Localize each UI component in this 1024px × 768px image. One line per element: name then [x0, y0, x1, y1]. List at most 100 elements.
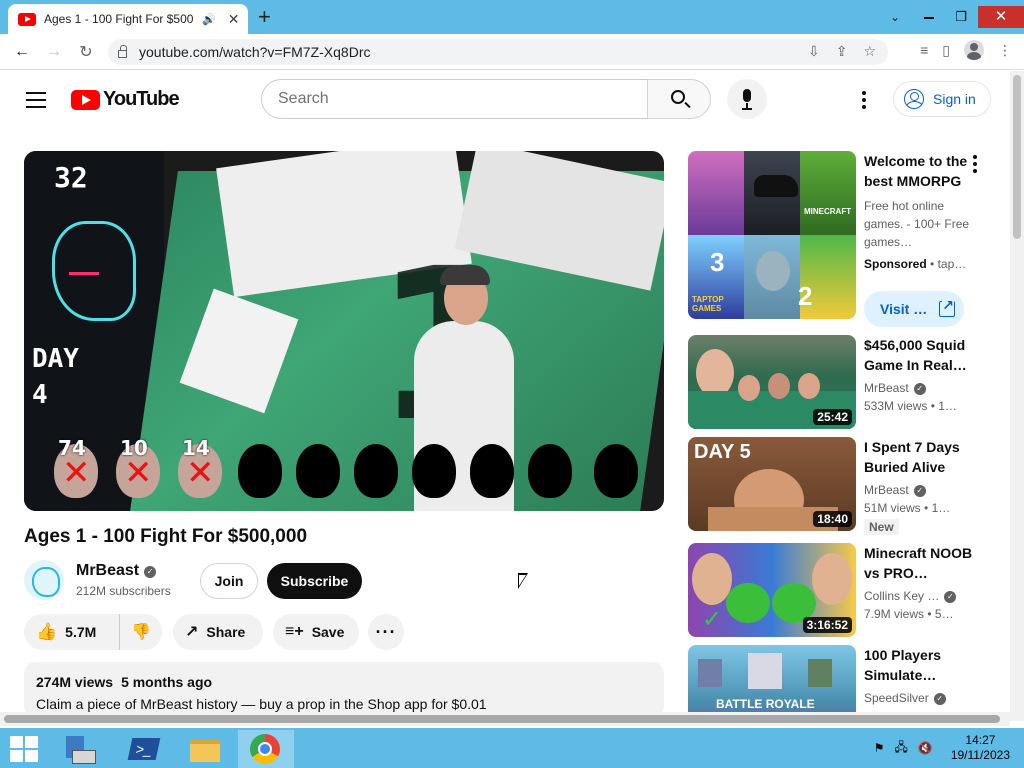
window-close-button[interactable]: ✕ — [978, 6, 1024, 28]
search-button[interactable] — [647, 79, 711, 119]
browser-menu-icon[interactable]: ⋮ — [998, 42, 1012, 59]
video-player[interactable]: 1 4 32 DAY 4 74✕ 10✕ 14✕ — [24, 151, 664, 511]
join-button[interactable]: Join — [200, 563, 258, 599]
volume-muted-icon[interactable]: 🔇 — [918, 741, 933, 755]
recommended-video[interactable]: DAY 5 18:40 I Spent 7 Days Buried Alive … — [688, 437, 988, 537]
verified-check-icon: ✓ — [913, 383, 926, 395]
tab-search-chevron-icon[interactable]: ⌄ — [876, 10, 914, 24]
external-link-icon — [939, 297, 956, 317]
new-tab-button[interactable]: + — [258, 4, 271, 30]
hamburger-menu-icon[interactable] — [26, 92, 46, 113]
sponsored-label: Sponsored • tap… — [864, 257, 967, 271]
subscriber-count: 212M subscribers — [76, 584, 171, 598]
video-title-link[interactable]: 100 Players Simulate… — [864, 645, 974, 685]
video-duration: 18:40 — [813, 511, 852, 527]
recommended-video[interactable]: BATTLE ROYALE 100 Players Simulate… Spee… — [688, 645, 988, 713]
settings-menu-icon[interactable] — [862, 91, 866, 112]
more-dots-icon: ··· — [375, 621, 397, 642]
side-panel-icon[interactable]: ▯ — [942, 42, 950, 59]
video-duration: 3:16:52 — [802, 617, 852, 633]
ad-thumbnail[interactable]: MINECRAFT 3 2 TAPTOP GAMES — [688, 151, 856, 319]
browser-tab[interactable]: Ages 1 - 100 Fight For $500,000 🔊 ✕ — [8, 4, 248, 34]
address-bar[interactable]: youtube.com/watch?v=FM7Z-Xq8Drc ⇩ ⇪ ☆ — [108, 39, 888, 65]
close-tab-icon[interactable]: ✕ — [228, 11, 240, 28]
channel-avatar[interactable] — [24, 560, 64, 600]
video-meta: 7.9M views • 5… — [864, 607, 954, 621]
video-meta: 533M views • 1… — [864, 399, 957, 413]
youtube-wordmark: YouTube — [103, 88, 180, 110]
contestant-heads: 74 ✕ 10 ✕ 14 ✕ — [54, 436, 664, 506]
video-thumbnail[interactable]: ✓ 3:16:52 — [688, 543, 856, 637]
video-thumbnail[interactable]: BATTLE ROYALE — [688, 645, 856, 713]
powershell-icon[interactable]: >_ — [116, 730, 172, 768]
file-explorer-icon[interactable] — [178, 730, 234, 768]
channel-name: MrBeast ✓ — [864, 381, 974, 395]
neon-tiger-logo-icon — [52, 221, 136, 321]
video-thumbnail[interactable]: DAY 5 18:40 — [688, 437, 856, 531]
visit-label: Visit … — [880, 301, 928, 317]
ad-menu-icon[interactable] — [973, 155, 977, 176]
channel-name: SpeedSilver ✓ — [864, 691, 974, 705]
verified-check-icon: ✓ — [944, 591, 957, 603]
network-icon[interactable]: 🖧 — [894, 738, 907, 759]
browser-titlebar: Ages 1 - 100 Fight For $500,000 🔊 ✕ + ⌄ … — [0, 0, 1024, 34]
more-actions-button[interactable]: ··· — [368, 614, 404, 650]
restore-button[interactable]: ❐ — [946, 6, 976, 28]
search-icon — [671, 90, 685, 104]
sponsored-ad[interactable]: MINECRAFT 3 2 TAPTOP GAMES Welcome to th… — [688, 151, 988, 331]
recommended-video[interactable]: ✓ 3:16:52 Minecraft NOOB vs PRO… Collins… — [688, 543, 988, 643]
thumbs-up-icon: 👍 — [36, 622, 58, 641]
description-box[interactable]: 274M views 5 months ago Claim a piece of … — [24, 662, 664, 718]
forward-arrow-icon[interactable]: → — [38, 43, 70, 61]
like-count: 5.7M — [65, 624, 97, 640]
visit-site-button[interactable]: Visit … — [864, 291, 964, 327]
taskbar-clock[interactable]: 14:27 19/11/2023 — [951, 733, 1010, 763]
minimize-button[interactable] — [914, 6, 944, 28]
video-title-link[interactable]: $456,000 Squid Game In Real… — [864, 335, 974, 375]
subscribe-button[interactable]: Subscribe — [267, 563, 362, 599]
like-button[interactable]: 👍 5.7M — [24, 614, 120, 650]
profile-avatar-icon[interactable] — [964, 40, 984, 60]
back-arrow-icon[interactable]: ← — [6, 43, 38, 61]
channel-name[interactable]: MrBeast ✓ — [76, 562, 157, 580]
dislike-button[interactable]: 👎 — [120, 622, 162, 642]
bookmark-star-icon[interactable]: ☆ — [863, 43, 876, 60]
playlist-add-icon: ≡+ — [285, 623, 304, 640]
search-input[interactable]: Search — [261, 79, 648, 119]
recommended-video[interactable]: 25:42 $456,000 Squid Game In Real… MrBea… — [688, 335, 988, 435]
like-dislike-group: 👍 5.7M 👎 — [24, 614, 162, 650]
install-app-icon[interactable]: ⇩ — [808, 43, 820, 60]
browser-toolbar: ← → ↻ youtube.com/watch?v=FM7Z-Xq8Drc ⇩ … — [0, 34, 1024, 70]
mouse-cursor-icon — [518, 573, 528, 589]
flag-notification-icon[interactable]: ⚑ — [874, 741, 885, 755]
video-thumbnail[interactable]: 25:42 — [688, 335, 856, 429]
account-circle-icon — [904, 89, 924, 109]
description-text: Claim a piece of MrBeast history — buy a… — [36, 696, 487, 712]
reload-icon[interactable]: ↻ — [70, 42, 102, 62]
windows-start-icon[interactable] — [10, 736, 40, 762]
windows-taskbar: >_ ⚑ 🖧 🔇 14:27 19/11/2023 — [0, 728, 1024, 768]
youtube-logo[interactable]: YouTube — [71, 88, 180, 111]
vertical-scrollbar[interactable] — [1010, 71, 1024, 721]
youtube-header: YouTube Search Sign in — [0, 71, 1010, 127]
share-label: Share — [206, 624, 246, 640]
youtube-favicon-icon — [18, 12, 36, 26]
video-title-link[interactable]: Minecraft NOOB vs PRO… — [864, 543, 974, 583]
lock-icon[interactable] — [118, 44, 127, 58]
horizontal-scrollbar[interactable] — [0, 712, 1010, 726]
video-title-link[interactable]: I Spent 7 Days Buried Alive — [864, 437, 974, 477]
sign-in-button[interactable]: Sign in — [893, 81, 991, 117]
chrome-taskbar-icon[interactable] — [238, 730, 294, 768]
media-control-icon[interactable]: ≡ — [920, 42, 928, 58]
share-page-icon[interactable]: ⇪ — [836, 43, 848, 60]
video-duration: 25:42 — [813, 409, 852, 425]
video-meta: 51M views • 1… — [864, 501, 951, 515]
server-manager-icon[interactable] — [56, 730, 112, 768]
ad-title[interactable]: Welcome to the best MMORPG — [864, 151, 974, 191]
save-button[interactable]: ≡+ Save — [273, 614, 359, 650]
sign-in-label: Sign in — [933, 91, 976, 107]
speaker-icon[interactable]: 🔊 — [202, 13, 216, 26]
voice-search-button[interactable] — [727, 79, 767, 119]
share-button[interactable]: ↗ Share — [173, 614, 263, 650]
microphone-icon — [743, 89, 751, 102]
